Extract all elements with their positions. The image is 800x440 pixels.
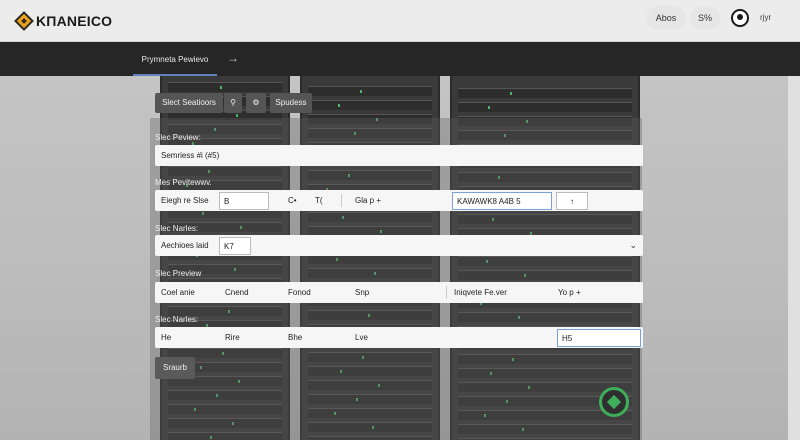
divider <box>341 194 342 207</box>
gla-value: Gla p + <box>355 196 382 205</box>
rack-slot <box>308 86 432 96</box>
table-cell: Rire <box>225 333 240 342</box>
row-label: Aechioes laid <box>161 241 209 250</box>
chevron-down-icon[interactable]: ⌄ <box>629 235 637 256</box>
s-button[interactable]: S% <box>690 6 720 30</box>
value-field[interactable]: K7 <box>219 237 251 255</box>
status-led <box>220 86 222 89</box>
status-led <box>236 114 238 117</box>
table-cell: Iniqvete Fe.ver <box>454 288 507 297</box>
spudess-button[interactable]: Spudess <box>270 93 312 113</box>
table-cell: Yo p + <box>558 288 581 297</box>
status-led <box>488 106 490 109</box>
list-item: Eiegh re Slse B C• T( Gla p + KAWAWK8 A4… <box>155 190 643 211</box>
brand-name: KΠANEICO <box>36 13 113 29</box>
section-label: Mes Pevitewwv. <box>155 178 212 187</box>
table-cell: Snp <box>355 288 370 297</box>
value-field[interactable]: B <box>219 192 269 210</box>
table-cell: Bhe <box>288 333 303 342</box>
up-arrow-icon[interactable]: ↑ <box>556 192 588 210</box>
table-cell: Cnend <box>225 288 249 297</box>
search-icon[interactable]: ⚲ <box>224 93 242 113</box>
rack-slot <box>308 100 432 110</box>
section-label: Slec Peview: <box>155 133 201 142</box>
rack-slot <box>458 88 632 98</box>
divider <box>446 286 447 299</box>
select-sections-button[interactable]: Slect Seatioors <box>155 93 223 113</box>
about-button[interactable]: Abos <box>646 6 686 30</box>
table-cell: Lve <box>355 333 368 342</box>
list-item: Aechioes laid K7 ⌄ <box>155 235 643 256</box>
row-label: Eiegh re Slse <box>161 196 209 205</box>
nav-bar: Prymneta Pewievo → <box>0 42 800 76</box>
gear-icon[interactable]: ⚙ <box>246 93 266 113</box>
rack-slot <box>458 102 632 112</box>
rack-slot <box>168 82 282 92</box>
search-button[interactable]: Sraurb <box>155 357 195 379</box>
action-icon[interactable] <box>599 387 629 417</box>
value-field[interactable]: H5 <box>557 329 641 347</box>
tab-preview[interactable]: Prymneta Pewievo <box>133 42 217 76</box>
status-led <box>338 104 340 107</box>
app-header: KΠANEICO Abos S% rjyr <box>0 0 800 42</box>
section-label: Slec Narles: <box>155 315 199 324</box>
table-cell: Fonod <box>288 288 311 297</box>
t-value: T( <box>315 196 323 205</box>
row-text: Semriess #i (#5) <box>161 151 220 160</box>
list-item[interactable]: Semriess #i (#5) <box>155 145 643 166</box>
section-label: Slec Narles: <box>155 224 199 233</box>
avatar[interactable] <box>731 9 749 27</box>
status-led <box>360 90 362 93</box>
table-row[interactable]: He Rire Bhe Lve H5 <box>155 327 643 348</box>
arrow-right-icon[interactable]: → <box>227 51 239 65</box>
right-edge <box>788 76 800 440</box>
table-cell: Coel anie <box>161 288 195 297</box>
logo-icon <box>14 11 34 31</box>
form-panel <box>150 118 642 440</box>
code-field[interactable]: KAWAWK8 A4B 5 <box>452 192 552 210</box>
user-label[interactable]: rjyr <box>760 13 771 22</box>
section-label: Slec Preview <box>155 269 202 278</box>
c-value: C• <box>288 196 297 205</box>
status-led <box>510 92 512 95</box>
table-row[interactable]: Coel anie Cnend Fonod Snp Iniqvete Fe.ve… <box>155 282 643 303</box>
table-cell: He <box>161 333 172 342</box>
